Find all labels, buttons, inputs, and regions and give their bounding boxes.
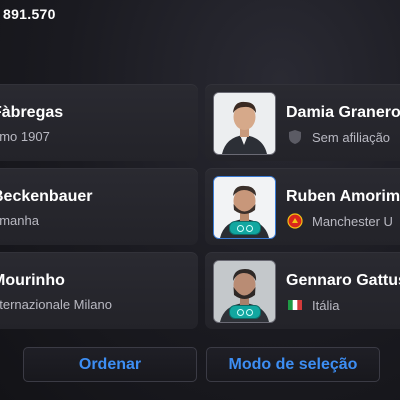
manager-team: Manchester U [312, 214, 393, 229]
manager-card-gennaro-gattuso[interactable]: Gennaro Gattus Itália [205, 252, 400, 329]
manager-name: Mourinho [0, 272, 65, 289]
selection-mode-button[interactable]: Modo de seleção [206, 347, 380, 382]
manager-team: nternazionale Milano [0, 297, 112, 312]
shield-icon [289, 130, 301, 144]
manager-card-beckenbauer[interactable]: Beckenbauer emanha [0, 168, 198, 245]
manager-card-damia-granero[interactable]: Damia Granero Sem afiliação [205, 84, 400, 161]
manager-team: Itália [312, 298, 340, 313]
manager-name: Fàbregas [0, 104, 64, 121]
specialty-badge-icon [229, 221, 261, 235]
manager-card-fabregas[interactable]: Fàbregas omo 1907 [0, 84, 198, 161]
coin-balance: 891.570 [3, 6, 56, 22]
manager-avatar [213, 260, 276, 323]
manager-team: omo 1907 [0, 129, 50, 144]
manager-card-mourinho[interactable]: Mourinho nternazionale Milano [0, 252, 198, 329]
manager-name: Damia Granero [286, 104, 400, 121]
manager-team: Sem afiliação [312, 130, 391, 145]
manager-team: emanha [0, 213, 39, 228]
manager-portrait-icon [214, 93, 275, 154]
italy-flag-icon [288, 300, 302, 310]
manager-name: Beckenbauer [0, 188, 93, 205]
manager-avatar [213, 92, 276, 155]
manager-avatar [213, 176, 276, 239]
manager-card-ruben-amorim[interactable]: Ruben Amorim Manchester U [205, 168, 400, 245]
manager-name: Gennaro Gattus [286, 272, 400, 289]
sort-button[interactable]: Ordenar [23, 347, 197, 382]
manager-name: Ruben Amorim [286, 188, 400, 205]
specialty-badge-icon [229, 305, 261, 319]
manchester-united-crest-icon [287, 213, 303, 229]
